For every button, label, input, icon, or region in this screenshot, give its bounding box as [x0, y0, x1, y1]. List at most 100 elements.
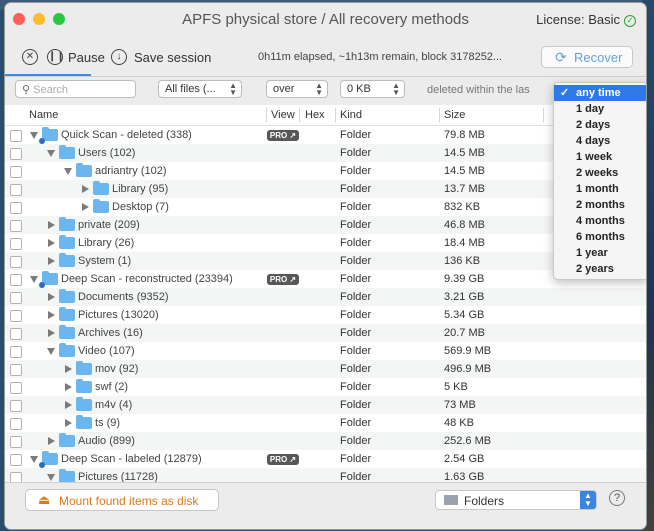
row-name: Audio (899) [78, 435, 135, 447]
row-size: 252.6 MB [444, 435, 492, 447]
row-checkbox[interactable] [10, 256, 22, 268]
date-option-label: 1 day [576, 103, 605, 115]
row-checkbox[interactable] [10, 400, 22, 412]
disclosure-triangle-right-icon[interactable] [48, 239, 55, 247]
size-value-stepper[interactable]: 0 KB ▲ ▼ [340, 80, 405, 98]
date-option[interactable]: 2 years [554, 261, 646, 277]
row-checkbox[interactable] [10, 220, 22, 232]
disclosure-triangle-right-icon[interactable] [65, 401, 72, 409]
table-row[interactable]: Library (26) Folder 18.4 MB [5, 234, 646, 252]
row-checkbox[interactable] [10, 292, 22, 304]
pro-badge[interactable]: PRO ↗ [267, 454, 299, 465]
table-row[interactable]: System (1) Folder 136 KB [5, 252, 646, 270]
row-checkbox[interactable] [10, 238, 22, 250]
table-row[interactable]: swf (2) Folder 5 KB [5, 378, 646, 396]
table-row[interactable]: Video (107) Folder 569.9 MB [5, 342, 646, 360]
column-size[interactable]: Size [444, 109, 465, 121]
date-option[interactable]: 1 day [554, 101, 646, 117]
help-button[interactable]: ? [609, 490, 625, 506]
file-type-select[interactable]: All files (... ▲ ▼ [158, 80, 242, 98]
disclosure-triangle-right-icon[interactable] [82, 185, 89, 193]
size-operator-select[interactable]: over ▲ ▼ [266, 80, 328, 98]
row-checkbox[interactable] [10, 148, 22, 160]
disclosure-triangle-right-icon[interactable] [48, 221, 55, 229]
column-divider [439, 108, 440, 122]
pause-button[interactable]: Pause [68, 50, 105, 65]
disclosure-triangle-right-icon[interactable] [48, 293, 55, 301]
disclosure-triangle-right-icon[interactable] [48, 257, 55, 265]
disclosure-triangle-down-icon[interactable] [30, 132, 38, 139]
disclosure-triangle-right-icon[interactable] [48, 311, 55, 319]
table-row[interactable]: Deep Scan - labeled (12879) PRO ↗ Folder 2.… [5, 450, 646, 468]
date-option[interactable]: 1 week [554, 149, 646, 165]
column-hex[interactable]: Hex [305, 109, 325, 121]
table-row[interactable]: Users (102) Folder 14.5 MB [5, 144, 646, 162]
disclosure-triangle-down-icon[interactable] [47, 348, 55, 355]
disclosure-triangle-down-icon[interactable] [64, 168, 72, 175]
disclosure-triangle-right-icon[interactable] [82, 203, 89, 211]
date-option[interactable]: 2 days [554, 117, 646, 133]
row-checkbox[interactable] [10, 202, 22, 214]
row-checkbox[interactable] [10, 274, 22, 286]
table-row[interactable]: private (209) Folder 46.8 MB [5, 216, 646, 234]
row-checkbox[interactable] [10, 418, 22, 430]
table-row[interactable]: ts (9) Folder 48 KB [5, 414, 646, 432]
disclosure-triangle-right-icon[interactable] [65, 383, 72, 391]
column-name[interactable]: Name [29, 109, 58, 121]
date-option-label: 2 weeks [576, 167, 619, 179]
stop-circle-icon[interactable]: ✕ [22, 49, 38, 65]
row-checkbox[interactable] [10, 130, 22, 142]
row-checkbox[interactable] [10, 454, 22, 466]
date-option[interactable]: 2 weeks [554, 165, 646, 181]
row-checkbox[interactable] [10, 436, 22, 448]
row-checkbox[interactable] [10, 346, 22, 358]
column-kind[interactable]: Kind [340, 109, 362, 121]
date-option[interactable]: 1 year [554, 245, 646, 261]
disclosure-triangle-right-icon[interactable] [48, 437, 55, 445]
table-row[interactable]: m4v (4) Folder 73 MB [5, 396, 646, 414]
row-checkbox[interactable] [10, 472, 22, 482]
recover-button[interactable]: ⟳ Recover [541, 46, 633, 68]
row-size: 20.7 MB [444, 327, 485, 339]
column-view[interactable]: View [271, 109, 295, 121]
table-row[interactable]: Archives (16) Folder 20.7 MB [5, 324, 646, 342]
row-checkbox[interactable] [10, 382, 22, 394]
pause-circle-icon[interactable]: ❙❙ [47, 49, 65, 65]
mount-disk-button[interactable]: ⏏ Mount found items as disk [25, 489, 219, 511]
table-row[interactable]: Pictures (13020) Folder 5.34 GB [5, 306, 646, 324]
table-row[interactable]: Desktop (7) Folder 832 KB [5, 198, 646, 216]
date-option[interactable]: 4 days [554, 133, 646, 149]
table-row[interactable]: Deep Scan - reconstructed (23394) PRO ↗ Fo… [5, 270, 646, 288]
date-option[interactable]: 6 months [554, 229, 646, 245]
pro-badge[interactable]: PRO ↗ [267, 274, 299, 285]
search-input[interactable]: ⚲ Search [15, 80, 136, 98]
table-row[interactable]: adriantry (102) Folder 14.5 MB [5, 162, 646, 180]
table-row[interactable]: Audio (899) Folder 252.6 MB [5, 432, 646, 450]
save-session-button[interactable]: Save session [134, 50, 211, 65]
table-row[interactable]: Documents (9352) Folder 3.21 GB [5, 288, 646, 306]
row-checkbox[interactable] [10, 328, 22, 340]
table-row[interactable]: Library (95) Folder 13.7 MB [5, 180, 646, 198]
date-option[interactable]: ✓ any time [554, 85, 646, 101]
date-option[interactable]: 2 months [554, 197, 646, 213]
table-row[interactable]: Quick Scan - deleted (338) PRO ↗ Folder 79.… [5, 126, 646, 144]
disclosure-triangle-down-icon[interactable] [30, 456, 38, 463]
row-checkbox[interactable] [10, 310, 22, 322]
disclosure-triangle-down-icon[interactable] [30, 276, 38, 283]
pro-badge[interactable]: PRO ↗ [267, 130, 299, 141]
row-kind: Folder [340, 237, 372, 249]
date-option[interactable]: 4 months [554, 213, 646, 229]
disclosure-triangle-down-icon[interactable] [47, 474, 55, 481]
row-checkbox[interactable] [10, 166, 22, 178]
table-row[interactable]: Pictures (11728) Folder 1.63 GB [5, 468, 646, 482]
row-checkbox[interactable] [10, 364, 22, 376]
disclosure-triangle-right-icon[interactable] [48, 329, 55, 337]
table-row[interactable]: mov (92) Folder 496.9 MB [5, 360, 646, 378]
date-option[interactable]: 1 month [554, 181, 646, 197]
disclosure-triangle-right-icon[interactable] [65, 365, 72, 373]
view-mode-select[interactable]: Folders ▲ ▼ [435, 490, 597, 510]
row-checkbox[interactable] [10, 184, 22, 196]
disclosure-triangle-right-icon[interactable] [65, 419, 72, 427]
download-circle-icon[interactable]: ↓ [111, 49, 127, 65]
disclosure-triangle-down-icon[interactable] [47, 150, 55, 157]
